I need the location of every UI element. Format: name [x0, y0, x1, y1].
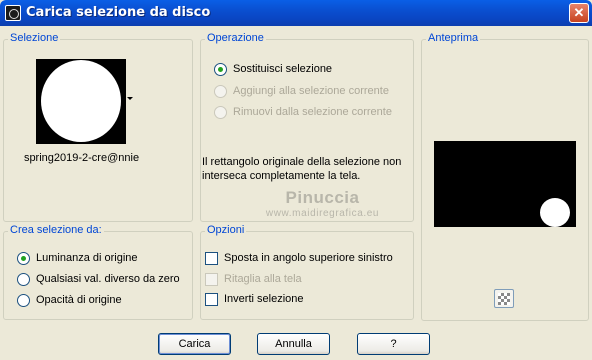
radio-button[interactable]: [214, 63, 227, 76]
radio-button[interactable]: [17, 294, 30, 307]
preview-canvas: [434, 141, 576, 227]
radio-button[interactable]: [17, 273, 30, 286]
close-icon: ✕: [573, 5, 585, 20]
checkerboard-icon: [498, 293, 510, 305]
transparency-toggle-button[interactable]: [494, 289, 514, 308]
preview-legend: Anteprima: [426, 32, 481, 44]
checkbox[interactable]: [205, 293, 218, 306]
checkbox-label: Inverti selezione: [224, 293, 304, 305]
checkbox[interactable]: [205, 273, 218, 286]
checkbox-label: Ritaglia alla tela: [224, 273, 302, 285]
selection-filename: spring2019-2-cre@nnie: [23, 152, 140, 164]
radio-label: Opacità di origine: [36, 294, 122, 306]
options-legend: Opzioni: [205, 224, 247, 236]
watermark-site: www.maidiregrafica.eu: [265, 208, 380, 219]
radio-button[interactable]: [214, 85, 227, 98]
radio-label: Rimuovi dalla selezione corrente: [233, 106, 392, 118]
warning-message: Il rettangolo originale della selezione …: [202, 156, 402, 182]
operation-legend: Operazione: [205, 32, 266, 44]
radio-label: Aggiungi alla selezione corrente: [233, 85, 389, 97]
create-from-legend: Crea selezione da:: [8, 224, 104, 236]
preview-selection-shape: [540, 198, 570, 227]
help-button[interactable]: ?: [357, 333, 430, 355]
chevron-down-icon[interactable]: [127, 97, 133, 100]
radio-label: Luminanza di origine: [36, 252, 138, 264]
radio-button[interactable]: [17, 252, 30, 265]
watermark: Pinuccia www.maidiregrafica.eu: [200, 188, 445, 220]
radio-label: Sostituisci selezione: [233, 63, 333, 75]
checkbox-label: Sposta in angolo superiore sinistro: [224, 252, 393, 264]
app-icon: [5, 5, 21, 21]
radio-label: Qualsiasi val. diverso da zero: [36, 273, 180, 285]
window-title: Carica selezione da disco: [26, 5, 211, 20]
title-bar: Carica selezione da disco ✕: [0, 0, 592, 26]
radio-button[interactable]: [214, 106, 227, 119]
selection-legend: Selezione: [8, 32, 61, 44]
cancel-button[interactable]: Annulla: [257, 333, 330, 355]
watermark-name: Pinuccia: [285, 188, 360, 207]
close-button[interactable]: ✕: [569, 3, 589, 23]
load-button[interactable]: Carica: [158, 333, 231, 355]
selection-thumbnail[interactable]: [36, 59, 126, 144]
checkbox[interactable]: [205, 252, 218, 265]
